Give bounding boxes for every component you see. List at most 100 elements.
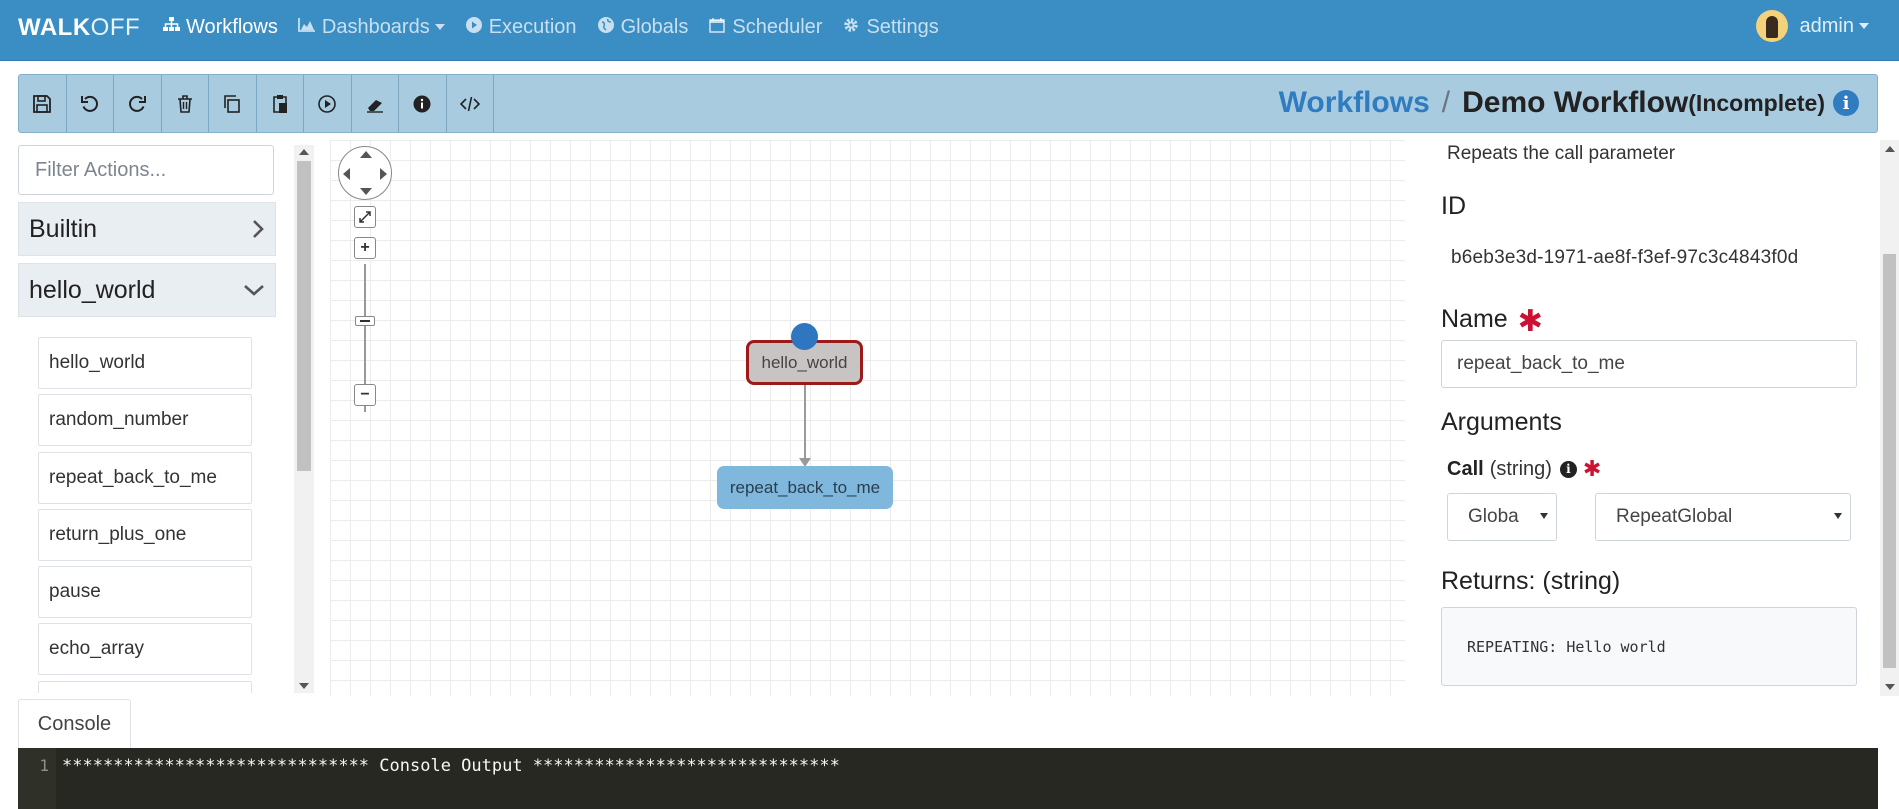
code-view-button[interactable] <box>447 75 494 132</box>
nav-scheduler[interactable]: Scheduler <box>708 16 822 39</box>
clear-button[interactable] <box>352 75 399 132</box>
paste-icon <box>272 94 287 113</box>
user-menu[interactable]: admin <box>1755 10 1869 42</box>
nav-globals-label: Globals <box>620 15 689 38</box>
group-hello-world-label: hello_world <box>29 275 156 304</box>
list-item[interactable]: echo_array <box>38 623 252 676</box>
list-item[interactable]: pause <box>38 566 252 619</box>
breadcrumb: Workflows / Demo Workflow (Incomplete) i <box>1279 86 1859 120</box>
group-builtin[interactable]: Builtin <box>18 202 276 256</box>
delete-button[interactable] <box>162 75 209 132</box>
pan-down-icon[interactable] <box>360 188 372 195</box>
zoom-in-button[interactable]: + <box>354 237 376 259</box>
action-palette: Builtin hello_world hello_world random_n… <box>18 145 276 693</box>
scrollbar-thumb[interactable] <box>297 161 311 471</box>
nav-scheduler-label: Scheduler <box>732 15 823 38</box>
user-name: admin <box>1799 14 1854 37</box>
globe-icon <box>597 16 615 38</box>
nav-settings[interactable]: Settings <box>842 15 939 39</box>
pan-up-icon[interactable] <box>360 151 372 158</box>
code-icon <box>459 96 480 111</box>
redo-icon <box>129 95 147 112</box>
scroll-up-icon[interactable] <box>1885 146 1895 152</box>
gear-icon <box>842 17 860 38</box>
play-circle-icon <box>465 16 483 38</box>
call-type: (string) <box>1489 457 1552 480</box>
breadcrumb-workflows-link[interactable]: Workflows <box>1279 86 1430 120</box>
eraser-icon <box>366 99 383 113</box>
scrollbar-thumb[interactable] <box>1883 254 1896 668</box>
nav-execution-label: Execution <box>488 15 577 38</box>
avatar <box>1755 10 1788 42</box>
workflow-canvas[interactable]: + − hello_world repeat_back_to_me <box>330 140 1405 696</box>
list-item[interactable]: hello_world <box>38 337 252 389</box>
execute-button[interactable] <box>304 75 352 132</box>
list-item[interactable]: return_plus_one <box>38 508 252 561</box>
action-list: hello_world random_number repeat_back_to… <box>18 317 276 693</box>
breadcrumb-separator: / <box>1441 86 1451 119</box>
trash-icon <box>177 94 192 113</box>
chevron-right-icon <box>253 220 264 238</box>
argument-source-select[interactable]: Globa <box>1447 493 1557 541</box>
console-output[interactable]: 1 ****************************** Console… <box>18 748 1878 809</box>
call-label: Call <box>1447 457 1484 480</box>
chevron-down-icon <box>434 24 445 30</box>
action-node[interactable]: repeat_back_to_me <box>717 466 893 509</box>
scroll-down-icon[interactable] <box>1885 684 1895 690</box>
fit-view-button[interactable] <box>354 206 376 228</box>
zoom-out-button[interactable]: − <box>354 384 376 406</box>
dropdown-arrow-icon <box>1834 513 1842 519</box>
brand-logo[interactable]: WALKOFF <box>18 14 140 42</box>
brand-bold-text: WALK <box>18 14 91 41</box>
name-label-row: Name ✱ <box>1441 300 1543 338</box>
argument-source-value: Globa <box>1468 506 1519 527</box>
name-field[interactable] <box>1441 340 1857 388</box>
list-item-partial[interactable] <box>38 680 252 693</box>
info-button[interactable] <box>399 75 447 132</box>
copy-button[interactable] <box>209 75 257 132</box>
info-icon[interactable]: i <box>1559 460 1577 478</box>
scroll-up-icon[interactable] <box>299 149 309 155</box>
returns-value: REPEATING: Hello world <box>1441 607 1857 686</box>
nav-settings-label: Settings <box>866 15 939 38</box>
info-icon[interactable]: i <box>1833 90 1859 116</box>
pan-left-icon[interactable] <box>343 168 350 180</box>
call-argument-label: Call (string) i ✱ <box>1447 456 1601 482</box>
list-item[interactable]: random_number <box>38 394 252 447</box>
tab-console[interactable]: Console <box>18 699 131 749</box>
nav-workflows-label: Workflows <box>186 15 278 38</box>
redo-button[interactable] <box>114 75 162 132</box>
zoom-slider-handle[interactable] <box>355 316 375 326</box>
main-nav: Workflows Dashboards Execution Globals S… <box>162 0 959 54</box>
nav-dashboards[interactable]: Dashboards <box>297 15 445 39</box>
dropdown-arrow-icon <box>1540 513 1548 519</box>
scroll-down-icon[interactable] <box>299 683 309 689</box>
area-chart-icon <box>297 17 316 37</box>
nav-execution[interactable]: Execution <box>465 16 577 39</box>
group-builtin-label: Builtin <box>29 214 98 243</box>
required-icon: ✱ <box>1582 456 1602 481</box>
palette-scrollbar[interactable] <box>294 145 314 693</box>
workflow-status: (Incomplete) <box>1688 89 1825 116</box>
workflow-edge[interactable] <box>804 383 806 463</box>
workflow-toolbar: Workflows / Demo Workflow (Incomplete) i <box>18 74 1878 133</box>
returns-label: Returns: (string) <box>1441 567 1621 595</box>
nav-globals[interactable]: Globals <box>597 15 689 39</box>
list-item[interactable]: repeat_back_to_me <box>38 451 252 504</box>
action-details-panel: Repeats the call parameter ID b6eb3e3d-1… <box>1420 140 1880 696</box>
details-scrollbar[interactable] <box>1880 140 1899 696</box>
paste-button[interactable] <box>257 75 304 132</box>
top-navbar: WALKOFF Workflows Dashboards Execution G… <box>0 0 1899 61</box>
expand-icon <box>359 211 371 223</box>
id-label: ID <box>1441 192 1466 220</box>
nav-dashboards-label: Dashboards <box>321 15 430 38</box>
group-hello-world[interactable]: hello_world <box>18 263 276 317</box>
filter-actions-input[interactable] <box>18 145 274 195</box>
pan-control[interactable] <box>338 146 392 200</box>
undo-icon <box>80 95 98 112</box>
argument-value-select[interactable]: RepeatGlobal <box>1595 493 1851 541</box>
save-button[interactable] <box>19 75 67 132</box>
pan-right-icon[interactable] <box>380 168 387 180</box>
undo-button[interactable] <box>67 75 114 132</box>
nav-workflows[interactable]: Workflows <box>162 16 278 39</box>
